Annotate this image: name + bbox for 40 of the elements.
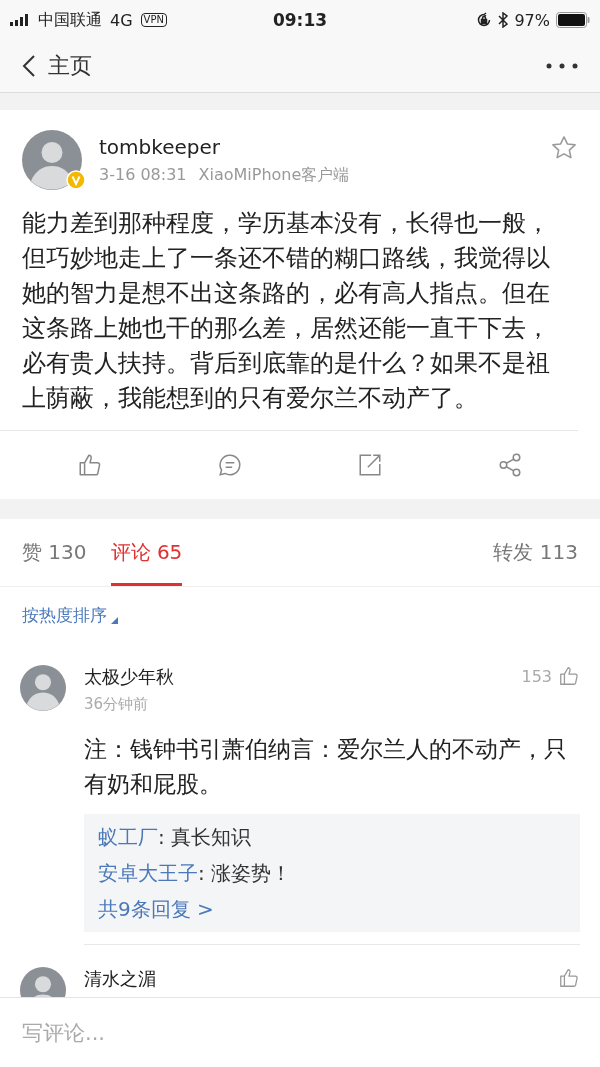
reply-text: 安卓大王子: 涨姿势！ <box>98 860 293 887</box>
reply-author-link[interactable]: 安卓大王子 <box>98 861 198 885</box>
comment-icon[interactable] <box>217 452 243 478</box>
avatar-icon[interactable] <box>22 130 82 190</box>
share-out-icon[interactable] <box>357 452 383 478</box>
thumbs-up-icon[interactable] <box>558 665 580 687</box>
tab[interactable]: 赞 130 <box>22 519 87 586</box>
commenter-name[interactable]: 太极少年秋 <box>84 665 522 689</box>
more-replies-link[interactable]: 共9条回复 > <box>98 891 214 927</box>
clock: 09:13 <box>272 10 328 30</box>
reply-author-link[interactable]: 蚁工厂 <box>98 825 158 849</box>
battery-percent: 97% <box>514 10 550 30</box>
post-text: 能力差到那种程度，学历基本没有，长得也一般，但巧妙地走上了一条还不错的糊口路线，我觉得以她的智力是想不出这条路的，必有高人指点。但在这条路上她也干的那么差，居然还能一直干下去，必有贵人扶持。背后到底靠的是什么？如果不是祖上荫蔽，我能想到的只有爱尔兰不动产了。 <box>22 208 551 414</box>
carrier-name: 中国联通 <box>38 9 102 31</box>
comment-field[interactable]: 写评论... <box>22 1020 578 1045</box>
post-source: XiaoMiPhone客户端 <box>198 164 350 186</box>
tab[interactable]: 评论 65 <box>110 519 183 586</box>
author-name[interactable]: tombkeeper <box>99 134 550 159</box>
avatar-icon[interactable] <box>20 665 66 711</box>
thumbs-up-icon[interactable] <box>558 967 580 989</box>
reply-text: 蚁工厂: 真长知识 <box>98 824 253 851</box>
post-time: 3-16 08:31 <box>99 164 187 186</box>
bluetooth-icon <box>498 12 509 28</box>
tab[interactable]: 转发 113 <box>493 519 578 586</box>
more-icon[interactable] <box>546 63 578 69</box>
sort-button[interactable]: 按热度排序 <box>22 603 118 627</box>
thumbs-up-icon[interactable] <box>77 452 103 478</box>
caret-icon <box>111 616 118 624</box>
rotation-lock-icon <box>476 12 493 28</box>
battery-icon <box>556 12 590 28</box>
page-title: 主页 <box>48 52 92 80</box>
commenter-name[interactable]: 清水之湄 <box>84 967 558 991</box>
like-count: 153 <box>521 666 552 686</box>
back-icon[interactable] <box>22 54 36 78</box>
share-icon[interactable] <box>497 452 523 478</box>
comment-time: 36分钟前 <box>84 695 150 714</box>
signal-icon <box>10 14 30 26</box>
comment-text: 注：钱钟书引萧伯纳言：爱尔兰人的不动产，只有奶和屁股。 <box>84 735 568 799</box>
vpn-indicator: VPN <box>140 13 167 27</box>
network-type: 4G <box>110 10 133 30</box>
